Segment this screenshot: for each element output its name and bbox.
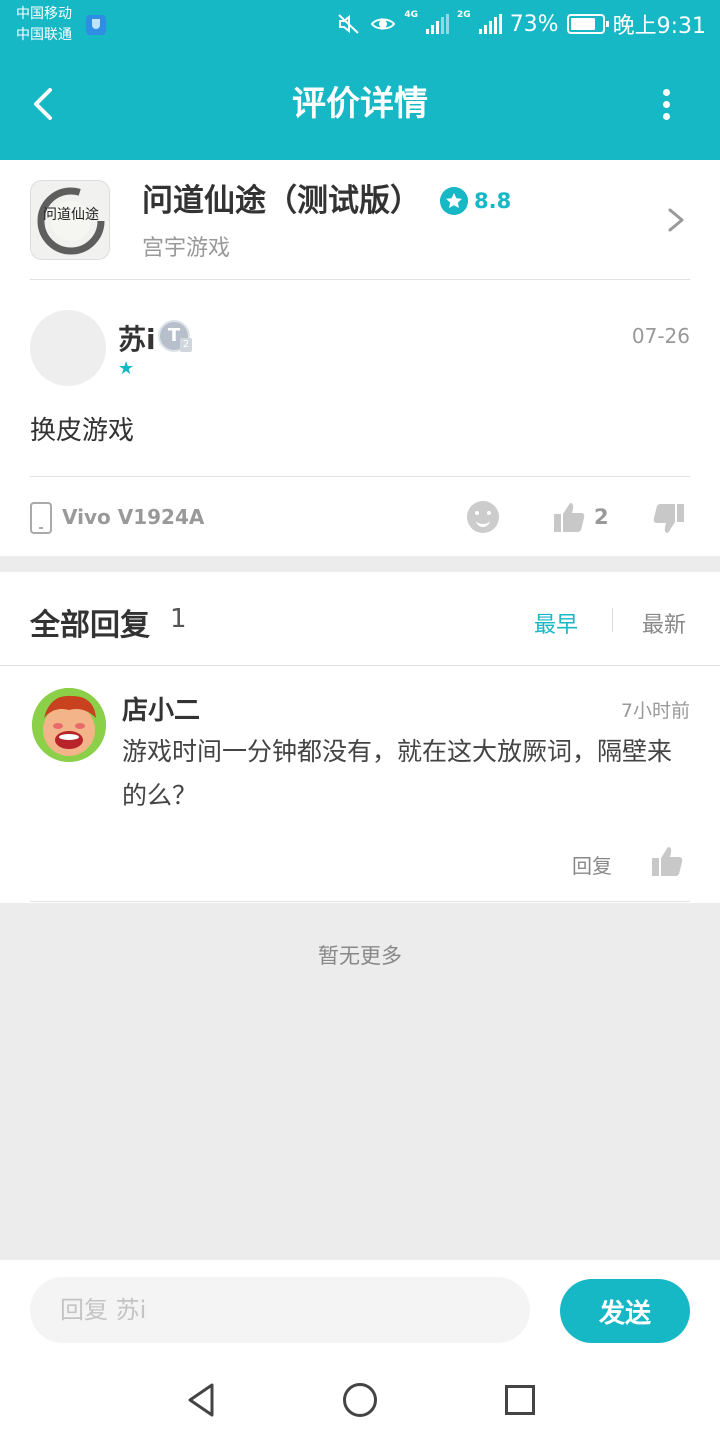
- top-bar: 中国移动 中国联通 4G 2G 73% 晚上9:31 评价详情: [0, 0, 720, 160]
- replier-avatar[interactable]: [32, 688, 106, 762]
- game-developer: 宫宇游戏: [142, 236, 231, 261]
- replies-count: 1: [170, 604, 187, 634]
- reply-thumbs-up-icon[interactable]: [650, 844, 684, 878]
- divider: [30, 279, 690, 280]
- replier-name[interactable]: 店小二: [122, 690, 200, 727]
- reply-time: 7小时前: [620, 700, 690, 722]
- score-star-icon: [440, 187, 468, 215]
- battery-percent: 73%: [509, 11, 559, 37]
- game-logo-text: 问道仙途: [43, 206, 99, 223]
- reply-content: 游戏时间一分钟都没有，就在这大放厥词，隔壁来的么？: [122, 737, 673, 810]
- nav-back-icon[interactable]: [184, 1382, 220, 1418]
- reviewer-name[interactable]: 苏i: [118, 318, 156, 358]
- security-shield-icon: [86, 15, 106, 35]
- star-rating-icon: ★: [118, 358, 135, 379]
- device-name: Vivo V1924A: [62, 505, 205, 529]
- battery-icon: [566, 14, 609, 34]
- send-button[interactable]: 发送: [560, 1279, 690, 1343]
- sort-latest-tab[interactable]: 最新: [642, 607, 686, 639]
- chevron-right-icon[interactable]: [664, 204, 688, 236]
- review-date: 07-26: [631, 324, 690, 348]
- section-gap: [0, 556, 720, 572]
- review-content: 换皮游戏: [30, 416, 135, 446]
- nav-home-icon[interactable]: [343, 1383, 377, 1417]
- network-type-1: 4G: [404, 10, 419, 20]
- replies-title: 全部回复: [30, 608, 150, 643]
- game-score: 8.8: [474, 189, 512, 213]
- mute-icon: [338, 14, 360, 34]
- user-level-number: 2: [180, 338, 192, 352]
- status-bar: 中国移动 中国联通 4G 2G 73% 晚上9:31: [0, 0, 720, 50]
- signal-bars-1-icon: [426, 14, 450, 34]
- more-vertical-icon[interactable]: [650, 84, 682, 124]
- page-title: 评价详情: [292, 84, 428, 124]
- game-logo-icon: 问道仙途: [30, 180, 110, 260]
- status-right: 4G 2G 73% 晚上9:31: [336, 8, 706, 40]
- reviewer-avatar[interactable]: [30, 310, 106, 386]
- eye-comfort-icon: [371, 18, 396, 30]
- carrier-2: 中国联通: [16, 27, 72, 43]
- divider: [0, 665, 720, 666]
- phone-icon: [30, 502, 52, 534]
- signal-bars-2-icon: [478, 14, 502, 34]
- reply-input[interactable]: [30, 1277, 530, 1343]
- game-name: 问道仙途（测试版）: [142, 183, 421, 219]
- nav-recent-apps-icon[interactable]: [505, 1385, 535, 1415]
- thumbs-up-icon[interactable]: [552, 500, 586, 534]
- sort-earliest-tab[interactable]: 最早: [534, 607, 578, 639]
- thumbs-down-icon[interactable]: [652, 502, 686, 536]
- divider: [30, 901, 690, 902]
- like-count: 2: [594, 505, 609, 529]
- game-info-row[interactable]: 问道仙途 问道仙途（测试版） 宫宇游戏: [0, 160, 720, 280]
- reply-button[interactable]: 回复: [572, 850, 612, 879]
- carrier-labels: 中国移动 中国联通: [16, 4, 72, 46]
- sort-separator: [612, 608, 613, 632]
- network-type-2: 2G: [457, 10, 471, 20]
- clock: 晚上9:31: [612, 14, 706, 39]
- emoji-reaction-icon[interactable]: [467, 501, 499, 533]
- divider: [30, 476, 690, 477]
- no-more-label: 暂无更多: [318, 944, 402, 968]
- carrier-1: 中国移动: [16, 6, 72, 22]
